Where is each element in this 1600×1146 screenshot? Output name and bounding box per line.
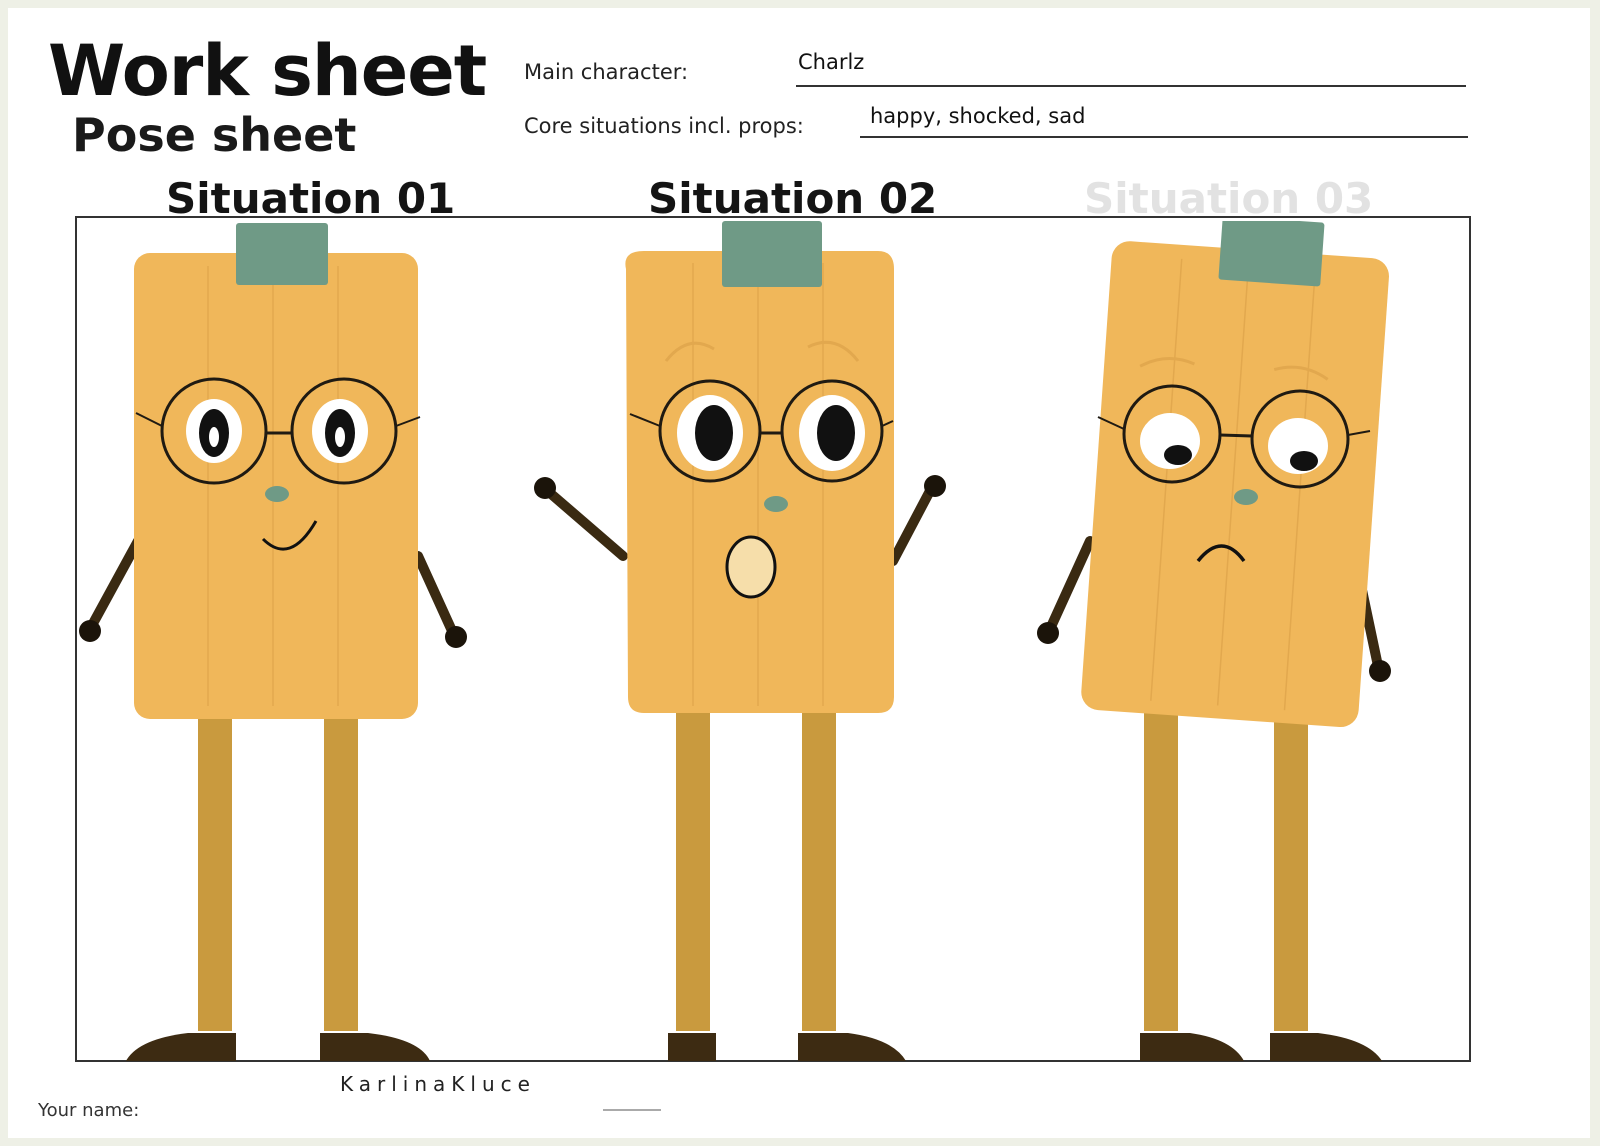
page-subtitle: Pose sheet (72, 108, 357, 162)
worksheet-page: Work sheet Pose sheet Main character: Ch… (8, 8, 1590, 1138)
situation-02-title: Situation 02 (648, 174, 938, 223)
main-character-value[interactable]: Charlz (798, 50, 864, 74)
page-title: Work sheet (48, 30, 487, 112)
your-name-underline (603, 1109, 661, 1111)
core-situations-underline (860, 136, 1468, 138)
character-sad (1037, 221, 1391, 1061)
main-character-underline (796, 85, 1466, 87)
main-character-label: Main character: (524, 60, 689, 84)
situation-03-title: Situation 03 (1084, 174, 1374, 223)
core-situations-value[interactable]: happy, shocked, sad (870, 104, 1085, 128)
your-name-label: Your name: (38, 1100, 140, 1121)
character-shocked (534, 221, 946, 1061)
situation-01-title: Situation 01 (166, 174, 456, 223)
your-name-value[interactable]: KarlinaKluce (340, 1072, 536, 1096)
character-happy (79, 223, 467, 1061)
core-situations-label: Core situations incl. props: (524, 114, 804, 138)
